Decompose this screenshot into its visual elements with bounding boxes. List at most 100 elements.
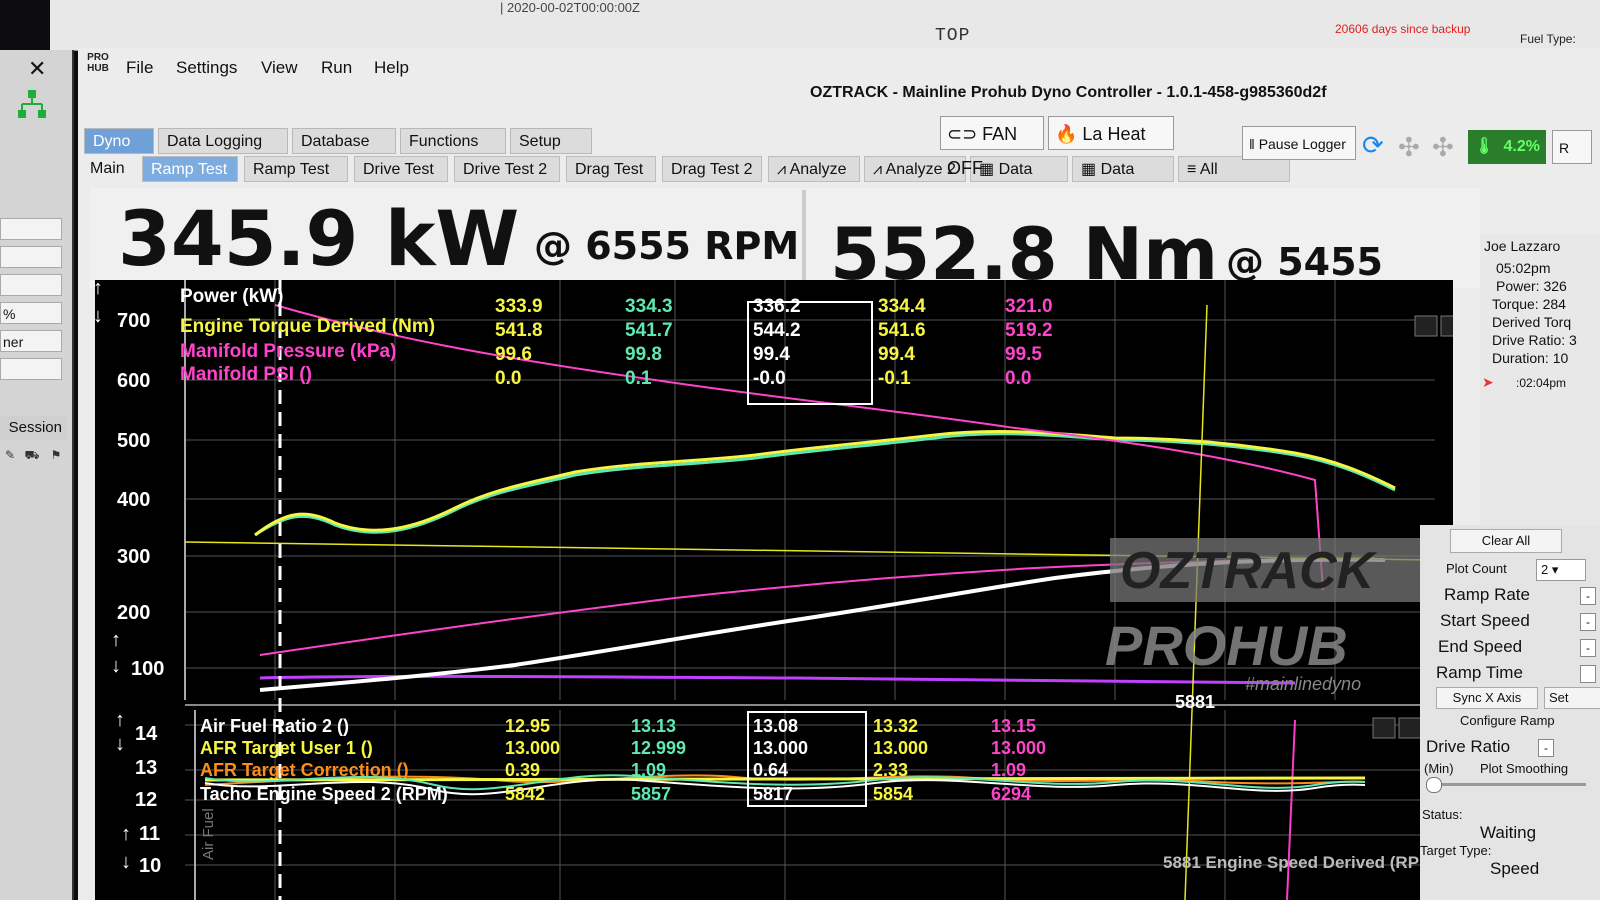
- torque-curve: [254, 430, 1396, 537]
- percent-value: 4.2%: [1503, 138, 1540, 155]
- scroll-up-arrow-icon[interactable]: ↑: [121, 823, 131, 845]
- tab-functions[interactable]: Functions: [400, 128, 506, 154]
- menu-settings[interactable]: Settings: [176, 58, 237, 78]
- lower-y-tick: 10: [139, 855, 161, 877]
- sidebar-row-3[interactable]: [0, 274, 62, 296]
- plot-count-label: Plot Count: [1446, 561, 1507, 576]
- heat-button[interactable]: 🔥 La Heat: [1048, 116, 1174, 150]
- network-icon[interactable]: [16, 88, 48, 120]
- menu-help[interactable]: Help: [374, 58, 409, 78]
- status-label: Status:: [1422, 807, 1463, 822]
- cursor-value-cell: 336.2: [753, 296, 801, 317]
- tab-data-logging[interactable]: Data Logging: [158, 128, 288, 154]
- lower-axis-title: Air Fuel: [200, 808, 217, 860]
- subtab-ramp-test[interactable]: Ramp Test: [142, 156, 238, 182]
- sync-icon[interactable]: ⟳: [1362, 130, 1384, 161]
- flag-icon[interactable]: ⚑: [46, 448, 66, 466]
- tab-dyno[interactable]: Dyno: [84, 128, 154, 154]
- fan-icon[interactable]: ✣: [1398, 132, 1420, 163]
- sidebar-row-1[interactable]: [0, 218, 62, 240]
- end-speed-label: End Speed: [1438, 637, 1523, 656]
- subtab-analyze[interactable]: ⩘ Analyze: [768, 156, 860, 182]
- scroll-up-arrow-icon[interactable]: ↑: [115, 709, 125, 731]
- subtab-drive-test[interactable]: Drive Test: [354, 156, 448, 182]
- edit-icon[interactable]: ✎: [0, 448, 20, 466]
- cursor-value-cell: 13.15: [991, 716, 1036, 736]
- legend-power: Power (kW): [180, 286, 283, 307]
- sidebar-row-4[interactable]: %: [0, 302, 62, 324]
- run-torque: Torque: 284: [1492, 296, 1566, 312]
- run-button[interactable]: R: [1552, 130, 1592, 164]
- run-derived-torque: Derived Torq: [1492, 314, 1572, 330]
- sidebar-row-5[interactable]: ner: [0, 330, 62, 352]
- subtab-drag-test-2[interactable]: Drag Test 2: [662, 156, 762, 182]
- subtab-data-grid-2[interactable]: ▦ Data Grid 2: [1072, 156, 1174, 204]
- clear-all-button[interactable]: Clear All: [1450, 529, 1562, 553]
- readout-divider: [802, 190, 806, 286]
- expand-icon[interactable]: [1372, 717, 1396, 739]
- ramp-rate-stepper[interactable]: -: [1580, 587, 1596, 605]
- cursor-value-cell: 12.999: [631, 738, 686, 758]
- sync-x-axis-button[interactable]: Sync X Axis: [1436, 687, 1538, 709]
- subtab-drag-test[interactable]: Drag Test: [566, 156, 656, 182]
- cursor-line-pink[interactable]: [1286, 719, 1296, 900]
- scroll-up-arrow-icon[interactable]: ↑: [111, 629, 121, 651]
- subtab-main[interactable]: Main: [82, 156, 133, 182]
- scroll-down-arrow-icon[interactable]: ↓: [115, 733, 125, 755]
- subtab-drive-test-2[interactable]: Drive Test 2: [454, 156, 560, 182]
- run-duration: Duration: 10: [1492, 350, 1569, 366]
- subtab-drag-test-label: Drag Test: [575, 161, 644, 178]
- drive-ratio-stepper[interactable]: -: [1538, 739, 1554, 757]
- end-speed-stepper[interactable]: -: [1580, 639, 1596, 657]
- start-speed-label: Start Speed: [1440, 611, 1530, 630]
- dyno-plot[interactable]: 700 600 500 400 300 200 100 ↑ ↓ ↑ ↓ 14 1…: [93, 277, 1464, 900]
- gear-icon[interactable]: [1398, 717, 1422, 739]
- set-button[interactable]: Set: [1544, 687, 1600, 709]
- ramp-time-field[interactable]: [1580, 665, 1596, 683]
- session-label[interactable]: Session: [0, 416, 66, 440]
- legend-afr: Air Fuel Ratio 2 (): [200, 716, 349, 736]
- configure-ramp-label[interactable]: Configure Ramp: [1460, 713, 1555, 728]
- subtab-data-grid[interactable]: ▦ Data Grid: [970, 156, 1068, 204]
- legend-torque: Engine Torque Derived (Nm): [180, 316, 435, 337]
- sidebar-row-2[interactable]: [0, 246, 62, 268]
- gear-icon[interactable]: [1440, 315, 1464, 337]
- peak-power-rpm: @ 6555 RPM: [534, 224, 800, 268]
- thermometer-icon: 🌡: [1474, 138, 1495, 155]
- run-user[interactable]: Joe Lazzaro: [1484, 238, 1560, 254]
- cursor-value-cell: 0.64: [753, 760, 788, 780]
- cursor-line-yellow[interactable]: [1184, 304, 1208, 900]
- menu-view[interactable]: View: [261, 58, 298, 78]
- drive-ratio-label: Drive Ratio: [1426, 737, 1511, 756]
- pause-logger-button[interactable]: ‖ Pause Logger: [1242, 126, 1356, 160]
- fan-toggle-button[interactable]: ⊂⊃ FAN OFF: [940, 116, 1044, 178]
- fan-icon[interactable]: ✣: [1432, 132, 1454, 163]
- close-icon[interactable]: ✕: [28, 56, 46, 82]
- cursor-value-cell: 2.33: [873, 760, 908, 780]
- subtab-ramp-test-label: Ramp Test: [151, 161, 228, 178]
- toggle-icon: ⊂⊃: [947, 124, 983, 144]
- subtab-ramp-test-2[interactable]: Ramp Test 2: [244, 156, 348, 204]
- cursor-value-cell: 13.000: [753, 738, 808, 758]
- menu-file[interactable]: File: [126, 58, 153, 78]
- plot-smoothing-track: [1426, 783, 1586, 786]
- car-icon[interactable]: ⛟: [22, 448, 42, 466]
- lower-y-tick: 13: [135, 757, 157, 779]
- start-speed-stepper[interactable]: -: [1580, 613, 1596, 631]
- cursor-value-cell: 5817: [753, 784, 793, 804]
- sidebar-row-6[interactable]: [0, 358, 62, 380]
- top-strip: | 2020-00-02T00:00:00Z TOP 20606 days si…: [50, 0, 1600, 60]
- run-drive-ratio: Drive Ratio: 3: [1492, 332, 1577, 348]
- tab-database[interactable]: Database: [292, 128, 396, 154]
- scroll-down-arrow-icon[interactable]: ↓: [93, 305, 103, 327]
- cursor-value-cell: 541.6: [878, 320, 926, 341]
- plot-count-select[interactable]: 2 ▾: [1536, 559, 1586, 581]
- scroll-down-arrow-icon[interactable]: ↓: [111, 655, 121, 677]
- scroll-up-arrow-icon[interactable]: ↑: [93, 277, 103, 299]
- plot-smoothing-slider[interactable]: [1426, 777, 1442, 793]
- tab-setup[interactable]: Setup: [510, 128, 592, 154]
- scroll-down-arrow-icon[interactable]: ↓: [121, 851, 131, 873]
- dyno-plot-svg[interactable]: 700 600 500 400 300 200 100 ↑ ↓ ↑ ↓ 14 1…: [93, 277, 1464, 900]
- menu-run[interactable]: Run: [321, 58, 352, 78]
- expand-icon[interactable]: [1414, 315, 1438, 337]
